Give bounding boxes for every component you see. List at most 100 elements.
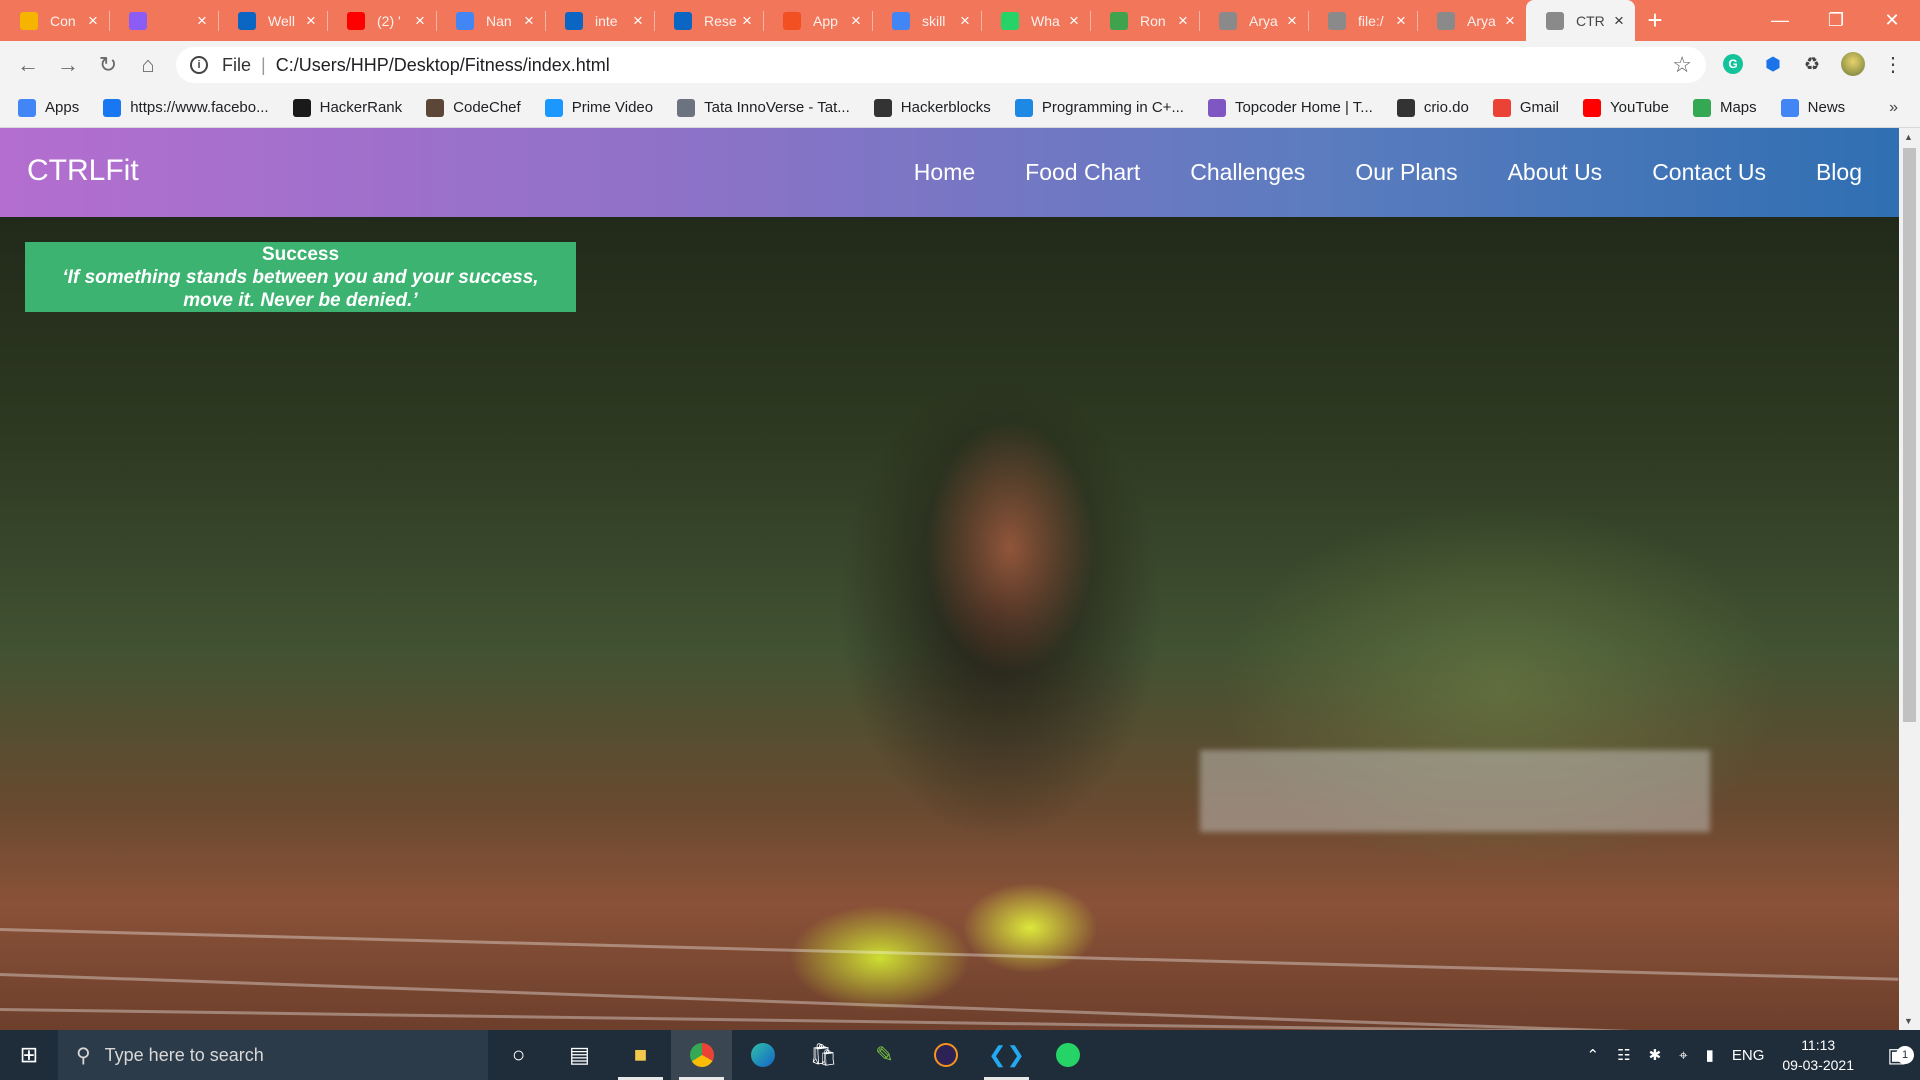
site-info-icon[interactable]: i [190,56,208,74]
tray-chevron-icon[interactable]: ⌃ [1587,1046,1600,1064]
restore-icon[interactable]: ❐ [1808,0,1864,41]
nav-about-us[interactable]: About Us [1508,159,1603,186]
bookmark-item[interactable]: YouTube [1583,98,1669,117]
new-tab-button[interactable]: + [1635,0,1675,41]
bookmark-label: Hackerblocks [900,99,991,116]
tab-close-icon[interactable]: × [194,11,210,30]
battery-icon[interactable]: ▮ [1706,1046,1714,1064]
minimize-icon[interactable]: — [1752,0,1808,41]
browser-tab[interactable]: Arya × [1199,0,1308,41]
taskbar-clock[interactable]: 11:13 09-03-2021 [1782,1035,1854,1075]
browser-tab[interactable]: App × [763,0,872,41]
browser-tab[interactable]: (2) ' × [327,0,436,41]
bookmark-label: Prime Video [571,99,654,116]
browser-menu-icon[interactable]: ⋮ [1878,49,1908,79]
bookmarks-overflow-icon[interactable]: » [1889,99,1898,117]
bluetooth-icon[interactable]: ✱ [1649,1046,1662,1064]
tab-close-icon[interactable]: × [85,11,101,30]
tab-close-icon[interactable]: × [1175,11,1191,30]
scroll-up-icon[interactable]: ▲ [1904,132,1913,142]
bookmark-item[interactable]: HackerRank [292,98,402,117]
browser-tab[interactable]: Nan × [436,0,545,41]
bookmark-item[interactable]: Apps [18,98,79,117]
reload-icon[interactable]: ↻ [88,45,128,85]
browser-tab[interactable]: Arya × [1417,0,1526,41]
windows-start-icon[interactable]: ⊞ [0,1030,58,1080]
tab-close-icon[interactable]: × [303,11,319,30]
eclipse-icon[interactable] [915,1030,976,1080]
address-bar[interactable]: i File | C:/Users/HHP/Desktop/Fitness/in… [176,47,1706,83]
notification-center-icon[interactable]: ▣ 1 [1874,1043,1920,1068]
home-icon[interactable]: ⌂ [128,45,168,85]
tab-close-icon[interactable]: × [957,11,973,30]
cortana-icon[interactable]: ○ [488,1030,549,1080]
tab-close-icon[interactable]: × [1502,11,1518,30]
nav-blog[interactable]: Blog [1816,159,1862,186]
forward-icon[interactable]: → [48,45,88,85]
browser-tab[interactable]: Ron × [1090,0,1199,41]
browser-tab[interactable]: skill × [872,0,981,41]
tab-close-icon[interactable]: × [1284,11,1300,30]
browser-tab[interactable]: Wha × [981,0,1090,41]
paint-app-icon[interactable]: ✎ [854,1030,915,1080]
bookmark-item[interactable]: CodeChef [426,98,521,117]
tab-close-icon[interactable]: × [739,11,755,30]
tab-close-icon[interactable]: × [1611,11,1627,30]
browser-tab[interactable]: CTR × [1526,0,1635,41]
profile-avatar[interactable] [1838,49,1868,79]
nav-challenges[interactable]: Challenges [1190,159,1305,186]
tata-icon [677,98,696,117]
nav-our-plans[interactable]: Our Plans [1355,159,1457,186]
tab-close-icon[interactable]: × [521,11,537,30]
vscode-icon[interactable]: ❮❯ [976,1030,1037,1080]
address-url[interactable]: C:/Users/HHP/Desktop/Fitness/index.html [276,55,610,76]
browser-tab[interactable]: file:/ × [1308,0,1417,41]
close-window-icon[interactable]: ✕ [1864,0,1920,41]
site-brand[interactable]: CTRLFit [27,154,139,188]
bookmark-item[interactable]: News [1780,98,1845,117]
tab-close-icon[interactable]: × [630,11,646,30]
tab-title: Arya [1249,12,1278,29]
edge-icon[interactable] [732,1030,793,1080]
bookmark-item[interactable]: Gmail [1492,98,1559,117]
bookmark-item[interactable]: Tata InnoVerse - Tat... [677,98,850,117]
tab-close-icon[interactable]: × [1393,11,1409,30]
bookmark-item[interactable]: Prime Video [544,98,654,117]
language-indicator[interactable]: ENG [1732,1047,1765,1064]
scrollbar-thumb[interactable] [1903,148,1916,722]
bookmark-label: Maps [1719,99,1757,116]
store-icon[interactable]: 🛍 [793,1030,854,1080]
back-icon[interactable]: ← [8,45,48,85]
extensions-puzzle-icon[interactable]: ♻ [1797,49,1827,79]
whatsapp-taskbar-icon[interactable] [1037,1030,1098,1080]
nav-home[interactable]: Home [914,159,975,186]
task-view-icon[interactable]: ▤ [549,1030,610,1080]
nav-food-chart[interactable]: Food Chart [1025,159,1140,186]
bookmark-item[interactable]: Topcoder Home | T... [1207,98,1373,117]
bookmark-item[interactable]: https://www.facebo... [103,98,269,117]
bookmark-item[interactable]: Hackerblocks [873,98,991,117]
bookmark-item[interactable]: Programming in C+... [1014,98,1184,117]
bookmark-item[interactable]: crio.do [1396,98,1469,117]
scroll-down-icon[interactable]: ▼ [1904,1016,1913,1026]
file-explorer-icon[interactable]: ■ [610,1030,671,1080]
tab-close-icon[interactable]: × [1066,11,1082,30]
tray-device-icon[interactable]: ☷ [1617,1046,1630,1064]
taskbar-search-box[interactable]: ⚲ Type here to search [58,1030,488,1080]
wifi-icon[interactable]: ⌖ [1679,1047,1687,1064]
bookmark-item[interactable]: Maps [1692,98,1757,117]
browser-tab[interactable]: × [109,0,218,41]
browser-tab[interactable]: inte × [545,0,654,41]
tab-close-icon[interactable]: × [848,11,864,30]
browser-tab[interactable]: Rese × [654,0,763,41]
tab-title: App [813,12,838,29]
browser-tab[interactable]: Well × [218,0,327,41]
browser-tab[interactable]: Con × [0,0,109,41]
extension-shield-icon[interactable]: ⬢ [1758,49,1788,79]
chrome-icon[interactable] [671,1030,732,1080]
tab-close-icon[interactable]: × [412,11,428,30]
nav-contact-us[interactable]: Contact Us [1652,159,1766,186]
bookmark-star-icon[interactable]: ☆ [1672,52,1692,78]
page-scrollbar[interactable]: ▲ ▼ [1899,128,1920,1030]
grammarly-icon[interactable]: G [1718,49,1748,79]
